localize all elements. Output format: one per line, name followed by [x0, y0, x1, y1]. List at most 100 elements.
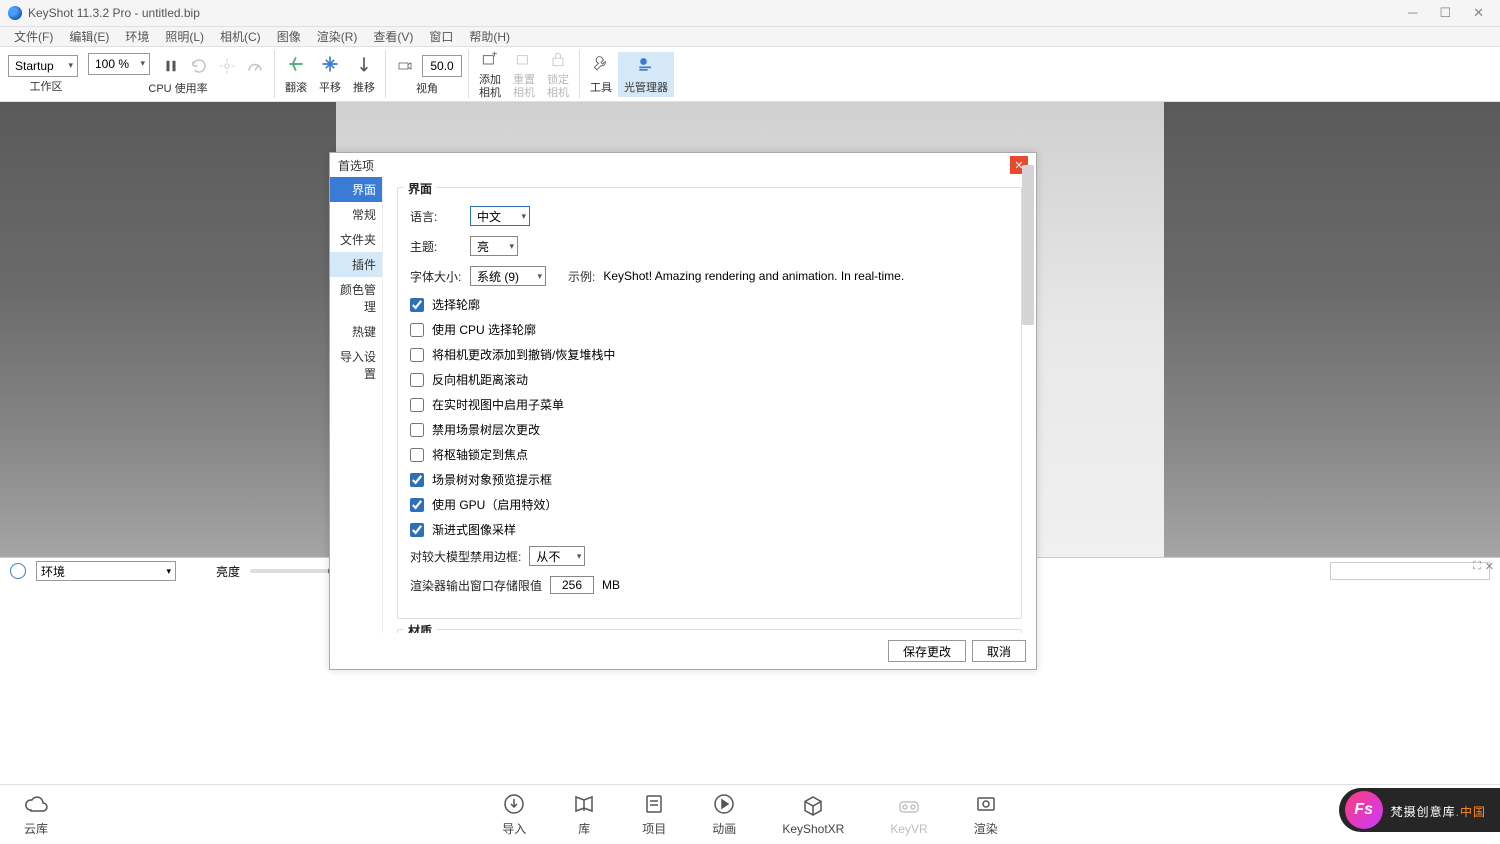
checkbox-9[interactable] [410, 523, 424, 537]
fov-input[interactable] [422, 55, 462, 77]
pan-button[interactable]: 平移 [313, 52, 347, 97]
checkbox-label-5: 禁用场景树层次更改 [432, 421, 540, 438]
sidebar-item-interface[interactable]: 界面 [330, 177, 382, 202]
panel-max-icon[interactable]: ⛶ [1473, 560, 1481, 573]
menu-view[interactable]: 查看(V) [365, 26, 421, 47]
menu-image[interactable]: 图像 [269, 26, 309, 47]
font-label: 字体大小: [410, 268, 462, 285]
watermark-logo: Fs [1345, 791, 1383, 829]
fov-label: 视角 [416, 80, 438, 96]
checkbox-3[interactable] [410, 373, 424, 387]
cancel-button[interactable]: 取消 [972, 640, 1026, 662]
reset-camera-button[interactable]: 重置 相机 [507, 47, 541, 100]
bbox-dropdown[interactable]: 从不 [529, 546, 585, 566]
zoom-dropdown[interactable]: 100 % [88, 53, 150, 75]
light-manager-button[interactable]: 光管理器 [618, 52, 674, 97]
window-title: KeyShot 11.3.2 Pro - untitled.bip [28, 6, 200, 20]
lock-camera-button[interactable]: 锁定 相机 [541, 47, 575, 100]
menu-light[interactable]: 照明(L) [157, 26, 212, 47]
checkbox-label-7: 场景树对象预览提示框 [432, 471, 552, 488]
dialog-scrollbar[interactable] [1022, 177, 1034, 325]
sidebar-item-hotkey[interactable]: 热键 [330, 319, 382, 344]
check-row-0: 选择轮廓 [410, 296, 1009, 313]
environment-select[interactable]: 环境 [36, 561, 176, 581]
check-row-6: 将枢轴锁定到焦点 [410, 446, 1009, 463]
dialog-title-text: 首选项 [338, 157, 374, 174]
minimize-button[interactable]: ─ [1408, 5, 1417, 21]
checkbox-label-2: 将相机更改添加到撤销/恢复堆栈中 [432, 346, 615, 363]
check-row-1: 使用 CPU 选择轮廓 [410, 321, 1009, 338]
panel-close-icon[interactable]: ✕ [1485, 560, 1494, 573]
gauge-icon[interactable] [242, 53, 268, 79]
renderer-limit-label: 渲染器输出窗口存储限值 [410, 577, 542, 594]
menu-window[interactable]: 窗口 [421, 26, 461, 47]
sidebar-item-folders[interactable]: 文件夹 [330, 227, 382, 252]
checkbox-label-0: 选择轮廓 [432, 296, 480, 313]
checkbox-label-4: 在实时视图中启用子菜单 [432, 396, 564, 413]
checkbox-label-1: 使用 CPU 选择轮廓 [432, 321, 536, 338]
sidebar-item-plugins[interactable]: 插件 [330, 252, 382, 277]
footer-render[interactable]: 渲染 [974, 792, 998, 837]
refresh-icon[interactable] [186, 53, 212, 79]
check-row-5: 禁用场景树层次更改 [410, 421, 1009, 438]
value-field[interactable] [1330, 562, 1490, 580]
maximize-button[interactable]: ☐ [1439, 5, 1451, 21]
tools-button[interactable]: 工具 [584, 52, 618, 97]
sidebar-item-color[interactable]: 颜色管理 [330, 277, 382, 319]
menu-camera[interactable]: 相机(C) [212, 26, 269, 47]
save-button[interactable]: 保存更改 [888, 640, 966, 662]
checkbox-label-3: 反向相机距离滚动 [432, 371, 528, 388]
checkbox-label-9: 渐进式图像采样 [432, 521, 516, 538]
check-row-4: 在实时视图中启用子菜单 [410, 396, 1009, 413]
menu-edit[interactable]: 编辑(E) [61, 26, 117, 47]
example-label: 示例: [568, 268, 595, 285]
theme-label: 主题: [410, 238, 462, 255]
footer-library[interactable]: 库 [572, 792, 596, 837]
menu-help[interactable]: 帮助(H) [461, 26, 518, 47]
font-dropdown[interactable]: 系统 (9) [470, 266, 546, 286]
footer-import[interactable]: 导入 [502, 792, 526, 837]
window-controls: ─ ☐ ✕ [1408, 5, 1492, 21]
brightness-label: 亮度 [216, 563, 240, 580]
language-label: 语言: [410, 208, 462, 225]
check-row-3: 反向相机距离滚动 [410, 371, 1009, 388]
globe-icon [10, 563, 26, 579]
dialog-titlebar[interactable]: 首选项 ✕ [330, 153, 1036, 177]
footer-project[interactable]: 项目 [642, 792, 666, 837]
checkbox-0[interactable] [410, 298, 424, 312]
tumble-button[interactable]: 翻滚 [279, 52, 313, 97]
settings-icon[interactable] [214, 53, 240, 79]
check-row-8: 使用 GPU（启用特效） [410, 496, 1009, 513]
bbox-label: 对较大模型禁用边框: [410, 548, 521, 565]
dialog-content: 界面 语言: 中文 主题: 亮 字体大小: 系统 (9) 示例: KeyShot… [382, 177, 1036, 633]
language-dropdown[interactable]: 中文 [470, 206, 530, 226]
sidebar-item-general[interactable]: 常规 [330, 202, 382, 227]
checkbox-8[interactable] [410, 498, 424, 512]
checkbox-1[interactable] [410, 323, 424, 337]
renderer-limit-input[interactable] [550, 576, 594, 594]
checkbox-4[interactable] [410, 398, 424, 412]
brightness-slider[interactable] [250, 569, 340, 573]
add-camera-button[interactable]: +添加 相机 [473, 47, 507, 100]
footer-keyvr[interactable]: KeyVR [890, 794, 927, 836]
menu-render[interactable]: 渲染(R) [309, 26, 366, 47]
checkbox-5[interactable] [410, 423, 424, 437]
sidebar-item-import[interactable]: 导入设置 [330, 344, 382, 386]
menu-env[interactable]: 环境 [117, 26, 157, 47]
section-material-title: 材质 [404, 622, 436, 633]
theme-dropdown[interactable]: 亮 [470, 236, 518, 256]
checkbox-6[interactable] [410, 448, 424, 462]
workspace-dropdown[interactable]: Startup [8, 55, 78, 77]
dolly-button[interactable]: 推移 [347, 52, 381, 97]
footer-keyshotxr[interactable]: KeyShotXR [782, 794, 844, 836]
menu-file[interactable]: 文件(F) [6, 26, 61, 47]
checkbox-2[interactable] [410, 348, 424, 362]
footer-cloud[interactable]: 云库 [24, 792, 48, 837]
close-button[interactable]: ✕ [1473, 5, 1484, 21]
menubar: 文件(F) 编辑(E) 环境 照明(L) 相机(C) 图像 渲染(R) 查看(V… [0, 27, 1500, 47]
titlebar: KeyShot 11.3.2 Pro - untitled.bip ─ ☐ ✕ [0, 0, 1500, 27]
footer-animation[interactable]: 动画 [712, 792, 736, 837]
checkbox-7[interactable] [410, 473, 424, 487]
fov-icon[interactable] [392, 53, 418, 79]
pause-icon[interactable] [158, 53, 184, 79]
